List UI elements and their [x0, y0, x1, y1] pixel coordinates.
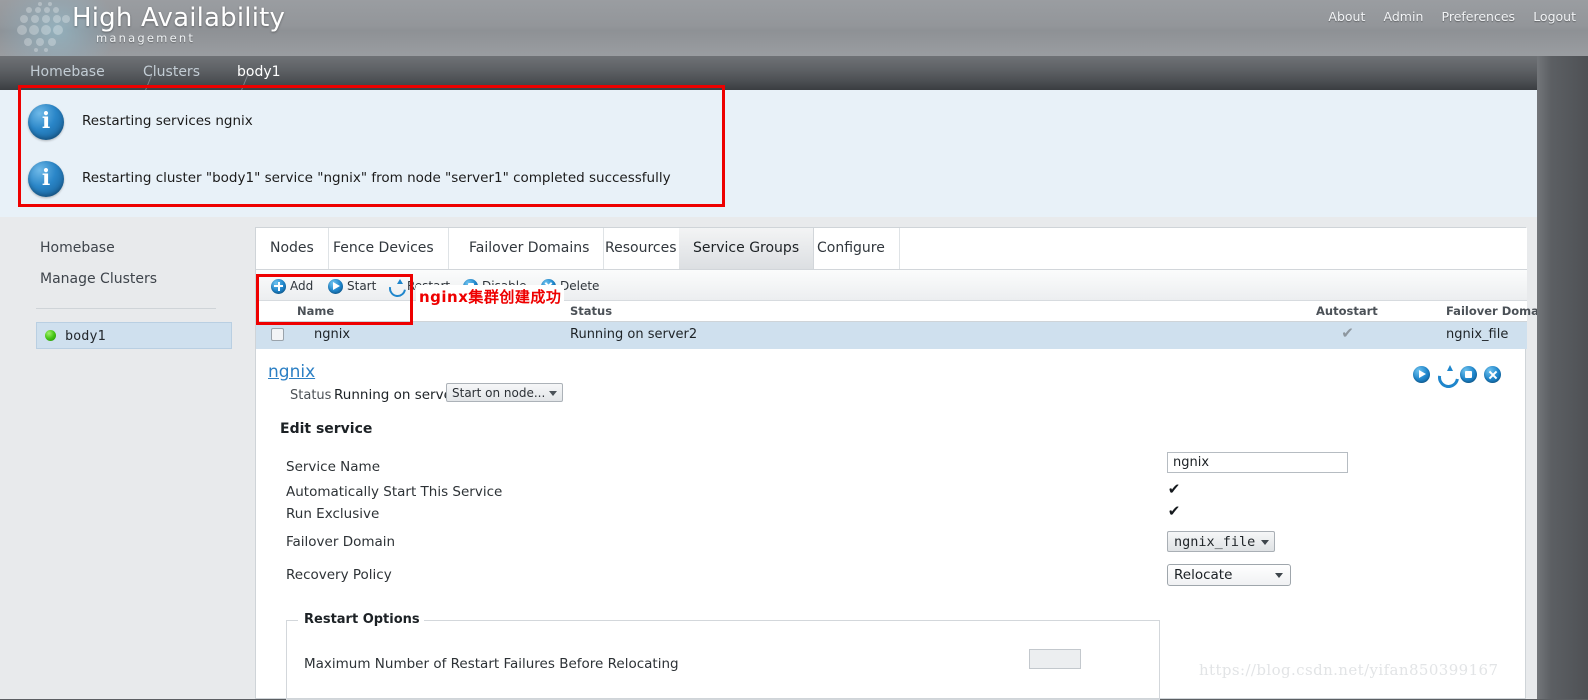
toolbar-add-label: Add	[290, 279, 314, 293]
app-title: High Availability	[72, 3, 286, 33]
sidebar-item-cluster-body1[interactable]: body1	[36, 322, 232, 349]
page-right-gutter	[1537, 56, 1588, 699]
sidebar-item-manage-clusters[interactable]: Manage Clusters	[40, 271, 157, 287]
restart-options-legend: Restart Options	[300, 612, 424, 627]
service-name-input[interactable]	[1167, 452, 1348, 473]
label-automatic-start: Automatically Start This Service	[286, 484, 503, 500]
tab-service-groups[interactable]: Service Groups	[679, 228, 815, 269]
label-failover-domain: Failover Domain	[286, 534, 396, 550]
fieldset-border-right	[411, 620, 1160, 621]
sidebar: Homebase Manage Clusters body1	[0, 217, 232, 699]
sidebar-divider	[36, 308, 216, 309]
column-header-status[interactable]: Status	[570, 304, 612, 318]
sidebar-cluster-label: body1	[65, 327, 106, 344]
toolbar-start-button[interactable]: Start	[328, 276, 376, 296]
column-header-failover-domain[interactable]: Failover Domain	[1446, 304, 1551, 318]
service-disable-icon[interactable]	[1460, 366, 1477, 383]
table-row[interactable]: ngnix Running on server2 ✔ ngnix_file	[256, 322, 1527, 349]
content-panel: Nodes Fence Devices Failover Domains Res…	[255, 227, 1551, 700]
app-subtitle: management	[96, 31, 196, 45]
tab-fence-devices[interactable]: Fence Devices	[319, 228, 449, 269]
toolbar-add-button[interactable]: Add	[271, 276, 313, 296]
play-circle-icon	[328, 278, 343, 294]
message-text: Restarting cluster "body1" service "ngni…	[82, 170, 671, 186]
service-start-icon[interactable]	[1413, 366, 1430, 383]
sidebar-item-homebase[interactable]: Homebase	[40, 240, 115, 256]
tab-bar: Nodes Fence Devices Failover Domains Res…	[256, 228, 1527, 270]
watermark-text: https://blog.csdn.net/yifan850399167	[1199, 661, 1499, 679]
label-run-exclusive: Run Exclusive	[286, 506, 380, 522]
topnav-item-admin[interactable]: Admin	[1384, 9, 1424, 24]
plus-circle-icon	[271, 278, 286, 294]
service-delete-icon[interactable]	[1484, 366, 1501, 383]
max-restart-failures-input[interactable]	[1029, 649, 1081, 669]
page-body: Homebase Manage Clusters body1 Nodes Fen…	[0, 217, 1551, 700]
edit-service-title: Edit service	[280, 421, 373, 437]
toolbar-delete-label: Delete	[560, 279, 600, 293]
failover-domain-dropdown[interactable]: ngnix_file	[1167, 531, 1276, 552]
tab-failover-domains[interactable]: Failover Domains	[455, 228, 605, 269]
service-name-link[interactable]: ngnix	[268, 362, 315, 382]
info-icon	[28, 160, 64, 197]
breadcrumb-item-homebase[interactable]: Homebase	[30, 64, 105, 80]
message-text: Restarting services ngnix	[82, 113, 253, 129]
message-banner: Restarting services ngnix Restarting clu…	[0, 90, 1537, 217]
topnav-item-logout[interactable]: Logout	[1533, 9, 1576, 24]
toolbar-start-label: Start	[347, 279, 377, 293]
breadcrumb-item-clusters[interactable]: Clusters	[143, 64, 200, 80]
recovery-policy-dropdown[interactable]: Relocate	[1167, 564, 1291, 586]
automatic-start-checkbox[interactable]: ✔	[1167, 482, 1181, 497]
topnav-item-preferences[interactable]: Preferences	[1442, 9, 1516, 24]
annotation-text-chinese: nginx集群创建成功	[416, 285, 565, 308]
fieldset-border-left	[286, 620, 298, 621]
tab-resources[interactable]: Resources	[591, 228, 692, 269]
service-status-label: Status	[290, 388, 332, 403]
label-service-name: Service Name	[286, 459, 381, 475]
cluster-dots-logo-icon	[14, 1, 78, 54]
start-on-node-dropdown[interactable]: Start on node...	[446, 383, 564, 402]
topnav-item-about[interactable]: About	[1328, 9, 1365, 24]
breadcrumb: Homebase Clusters body1	[0, 56, 1588, 90]
cell-autostart-check: ✔	[1341, 324, 1354, 342]
column-header-name[interactable]: Name	[297, 304, 334, 318]
cell-failover-domain: ngnix_file	[1446, 327, 1509, 342]
column-header-autostart[interactable]: Autostart	[1316, 304, 1378, 318]
tab-nodes[interactable]: Nodes	[256, 228, 329, 269]
restart-arrows-icon	[388, 278, 403, 294]
cell-name: ngnix	[314, 327, 351, 342]
green-status-dot-icon	[45, 330, 56, 341]
breadcrumb-item-current: body1	[237, 64, 281, 80]
label-recovery-policy: Recovery Policy	[286, 567, 392, 583]
run-exclusive-checkbox[interactable]: ✔	[1167, 504, 1181, 519]
cell-status: Running on server2	[570, 327, 698, 342]
info-icon	[28, 103, 64, 140]
top-nav: About Admin Preferences Logout	[1314, 9, 1576, 25]
row-checkbox[interactable]	[271, 328, 284, 341]
tab-configure[interactable]: Configure	[803, 228, 900, 269]
service-restart-icon[interactable]	[1437, 365, 1454, 383]
label-max-restart-failures: Maximum Number of Restart Failures Befor…	[304, 656, 679, 672]
app-masthead: High Availability management About Admin…	[0, 0, 1588, 56]
